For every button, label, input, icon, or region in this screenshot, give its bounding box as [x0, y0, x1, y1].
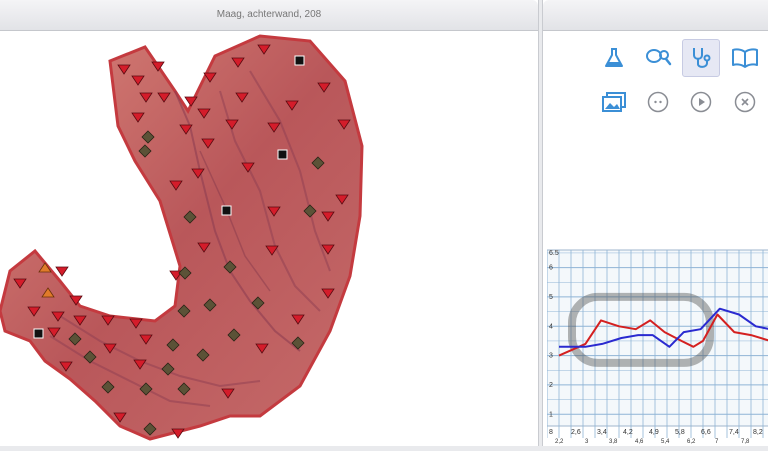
- viewer-title: Maag, achterwand, 208: [0, 0, 538, 31]
- x-tick-label-top: 4,9: [649, 429, 659, 436]
- search-tag-icon: [646, 49, 672, 66]
- chart-svg: 1234566.58 2,6 3,4 4,2 4,9 5,8 6,6 7,4 8,22,2 3 3,…: [546, 244, 768, 446]
- close-tool-button[interactable]: [726, 83, 764, 121]
- x-tick-label-bottom: 7,8: [741, 439, 750, 445]
- more-tool-button[interactable]: [639, 83, 677, 121]
- play-tool-button[interactable]: [682, 83, 720, 121]
- x-tick-label-bottom: 5,4: [661, 439, 670, 445]
- x-tick-label-top: 4,2: [623, 429, 633, 436]
- stomach-image[interactable]: [0, 31, 538, 446]
- x-tick-label-top: 3,4: [597, 429, 607, 436]
- flask-tool-button[interactable]: [595, 39, 633, 77]
- search-tag-tool-button[interactable]: [639, 39, 677, 77]
- book-tool-button[interactable]: [726, 39, 764, 77]
- y-tick-label: 3: [549, 353, 553, 360]
- x-tick-label-top: 8: [549, 429, 553, 436]
- x-tick-label-top: 6,6: [701, 429, 711, 436]
- x-tick-label-bottom: 3,8: [609, 439, 618, 445]
- x-tick-label-bottom: 6,2: [687, 439, 696, 445]
- flask-icon: [605, 48, 623, 67]
- x-tick-label-top: 8,2: [753, 429, 763, 436]
- y-tick-label: 6: [549, 265, 553, 272]
- y-tick-label: 2: [549, 382, 553, 389]
- x-tick-label-top: 2,6: [571, 429, 581, 436]
- y-tick-label: 4: [549, 323, 553, 330]
- stomach-illustration: [0, 34, 364, 441]
- gallery-tool-button[interactable]: [595, 83, 633, 121]
- x-tick-label-bottom: 4,6: [635, 439, 644, 445]
- book-icon: [732, 48, 758, 68]
- x-tick-label-top: 7,4: [729, 429, 739, 436]
- stethoscope-icon: [693, 48, 711, 68]
- y-tick-label: 6.5: [549, 250, 559, 257]
- tools-header: [543, 0, 768, 31]
- x-tick-label-bottom: 2,2: [555, 439, 564, 445]
- y-tick-label: 5: [549, 294, 553, 301]
- x-tick-label-top: 5,8: [675, 429, 685, 436]
- stethoscope-tool-button[interactable]: [682, 39, 720, 77]
- play-icon: [690, 91, 712, 113]
- image-viewer-panel: Maag, achterwand, 208: [0, 0, 539, 446]
- gallery-icon: [602, 92, 626, 112]
- more-icon: [647, 91, 669, 113]
- y-tick-label: 1: [549, 411, 553, 418]
- ph-chart: 1 2 3 4 5 6 6.5 8 2,6 3,4 4,2 4,9 5,8 6,6 7,4 8,2 2,2 3 3,…: [546, 244, 768, 446]
- tools-panel: 1 2 3 4 5 6 6.5 8 2,6 3,4 4,2 4,9 5,8 6,6 7,4 8,2 2,2 3 3,…: [542, 0, 768, 446]
- close-icon: [734, 91, 756, 113]
